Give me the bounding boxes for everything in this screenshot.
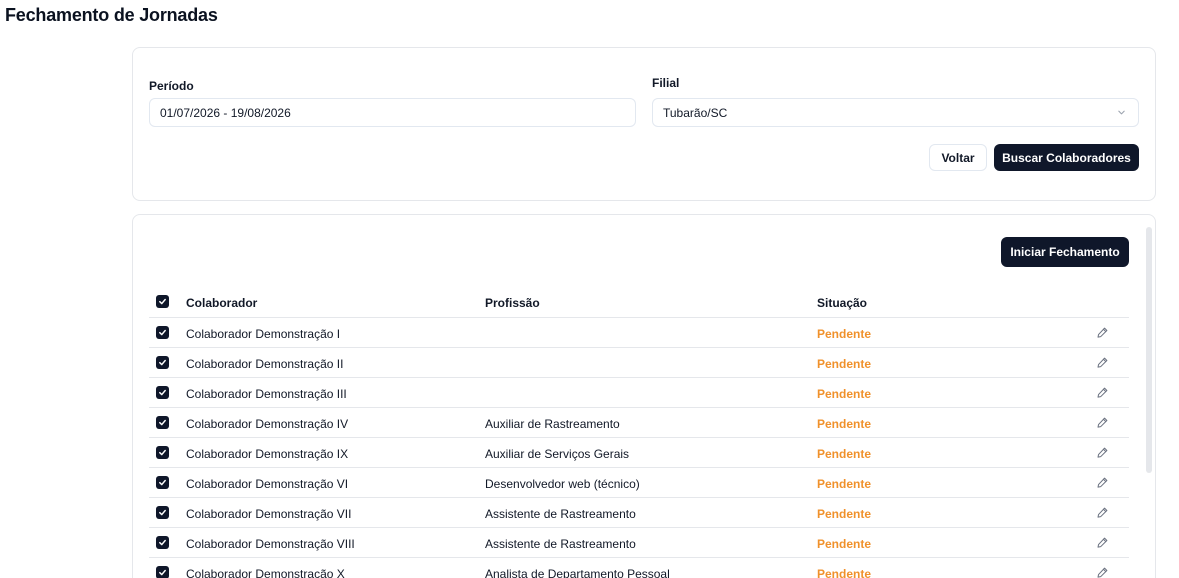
filial-label: Filial	[652, 76, 680, 90]
row-checkbox[interactable]	[156, 386, 169, 399]
scrollbar[interactable]	[1146, 227, 1152, 473]
filial-select[interactable]: Tubarão/SC	[652, 98, 1139, 127]
cell-situacao: Pendente	[817, 567, 872, 578]
filter-card: Período 01/07/2026 - 19/08/2026 Filial T…	[132, 47, 1156, 201]
row-checkbox[interactable]	[156, 416, 169, 429]
cell-situacao: Pendente	[817, 447, 872, 461]
row-checkbox[interactable]	[156, 356, 169, 369]
cell-colaborador: Colaborador Demonstração III	[186, 387, 347, 401]
cell-colaborador: Colaborador Demonstração IX	[186, 447, 349, 461]
row-checkbox[interactable]	[156, 536, 169, 549]
periodo-input[interactable]: 01/07/2026 - 19/08/2026	[149, 98, 636, 127]
cell-colaborador: Colaborador Demonstração IV	[186, 417, 349, 431]
page-title: Fechamento de Jornadas	[5, 5, 218, 25]
pencil-icon[interactable]	[1096, 536, 1109, 549]
cell-situacao: Pendente	[817, 477, 872, 491]
pencil-icon[interactable]	[1096, 326, 1109, 339]
table-row[interactable]: Colaborador Demonstração IV Auxiliar de …	[149, 408, 1129, 438]
pencil-icon[interactable]	[1096, 386, 1109, 399]
check-icon	[159, 298, 166, 305]
check-icon	[159, 329, 166, 336]
cell-colaborador: Colaborador Demonstração VI	[186, 477, 349, 491]
table-row[interactable]: Colaborador Demonstração III Pendente	[149, 378, 1129, 408]
table-row[interactable]: Colaborador Demonstração II Pendente	[149, 348, 1129, 378]
check-icon	[159, 569, 166, 576]
row-checkbox[interactable]	[156, 566, 169, 578]
cell-situacao: Pendente	[817, 357, 872, 371]
periodo-value: 01/07/2026 - 19/08/2026	[160, 105, 291, 120]
chevron-down-icon	[1118, 110, 1125, 115]
cell-colaborador: Colaborador Demonstração X	[186, 567, 345, 578]
pencil-icon[interactable]	[1096, 506, 1109, 519]
check-icon	[159, 539, 166, 546]
periodo-label: Período	[149, 79, 194, 93]
cell-profissao: Assistente de Rastreamento	[485, 507, 636, 521]
check-icon	[159, 509, 166, 516]
cell-profissao: Desenvolvedor web (técnico)	[485, 477, 640, 491]
filial-value: Tubarão/SC	[663, 105, 728, 120]
table-header: Colaborador Profissão Situação	[149, 287, 1129, 318]
pencil-icon[interactable]	[1096, 416, 1109, 429]
check-icon	[159, 479, 166, 486]
check-icon	[159, 389, 166, 396]
column-header-colaborador[interactable]: Colaborador	[186, 296, 257, 310]
cell-situacao: Pendente	[817, 327, 872, 341]
iniciar-fechamento-button[interactable]: Iniciar Fechamento	[1001, 237, 1129, 267]
cell-colaborador: Colaborador Demonstração VIII	[186, 537, 355, 551]
cell-colaborador: Colaborador Demonstração II	[186, 357, 344, 371]
select-all-checkbox[interactable]	[156, 295, 169, 308]
pencil-icon[interactable]	[1096, 356, 1109, 369]
cell-colaborador: Colaborador Demonstração VII	[186, 507, 352, 521]
row-checkbox[interactable]	[156, 446, 169, 459]
list-card: Iniciar Fechamento Colaborador Profissão…	[132, 214, 1156, 578]
cell-profissao: Analista de Departamento Pessoal	[485, 567, 670, 578]
pencil-icon[interactable]	[1096, 446, 1109, 459]
buscar-colaboradores-button[interactable]: Buscar Colaboradores	[994, 144, 1139, 171]
row-checkbox[interactable]	[156, 476, 169, 489]
cell-profissao: Auxiliar de Rastreamento	[485, 417, 620, 431]
check-icon	[159, 419, 166, 426]
table-row[interactable]: Colaborador Demonstração I Pendente	[149, 318, 1129, 348]
table-row[interactable]: Colaborador Demonstração VII Assistente …	[149, 498, 1129, 528]
cell-situacao: Pendente	[817, 537, 872, 551]
cell-situacao: Pendente	[817, 417, 872, 431]
table-row[interactable]: Colaborador Demonstração X Analista de D…	[149, 558, 1129, 578]
cell-profissao: Auxiliar de Serviços Gerais	[485, 447, 630, 461]
row-checkbox[interactable]	[156, 326, 169, 339]
row-checkbox[interactable]	[156, 506, 169, 519]
cell-profissao: Assistente de Rastreamento	[485, 537, 636, 551]
cell-colaborador: Colaborador Demonstração I	[186, 327, 341, 341]
pencil-icon[interactable]	[1096, 566, 1109, 578]
check-icon	[159, 359, 166, 366]
cell-situacao: Pendente	[817, 387, 872, 401]
pencil-icon[interactable]	[1096, 476, 1109, 489]
column-header-profissao[interactable]: Profissão	[485, 296, 540, 310]
table-row[interactable]: Colaborador Demonstração VI Desenvolvedo…	[149, 468, 1129, 498]
cell-situacao: Pendente	[817, 507, 872, 521]
table-row[interactable]: Colaborador Demonstração IX Auxiliar de …	[149, 438, 1129, 468]
column-header-situacao[interactable]: Situação	[817, 296, 867, 310]
table-row[interactable]: Colaborador Demonstração VIII Assistente…	[149, 528, 1129, 558]
check-icon	[159, 449, 166, 456]
voltar-button[interactable]: Voltar	[929, 144, 987, 171]
